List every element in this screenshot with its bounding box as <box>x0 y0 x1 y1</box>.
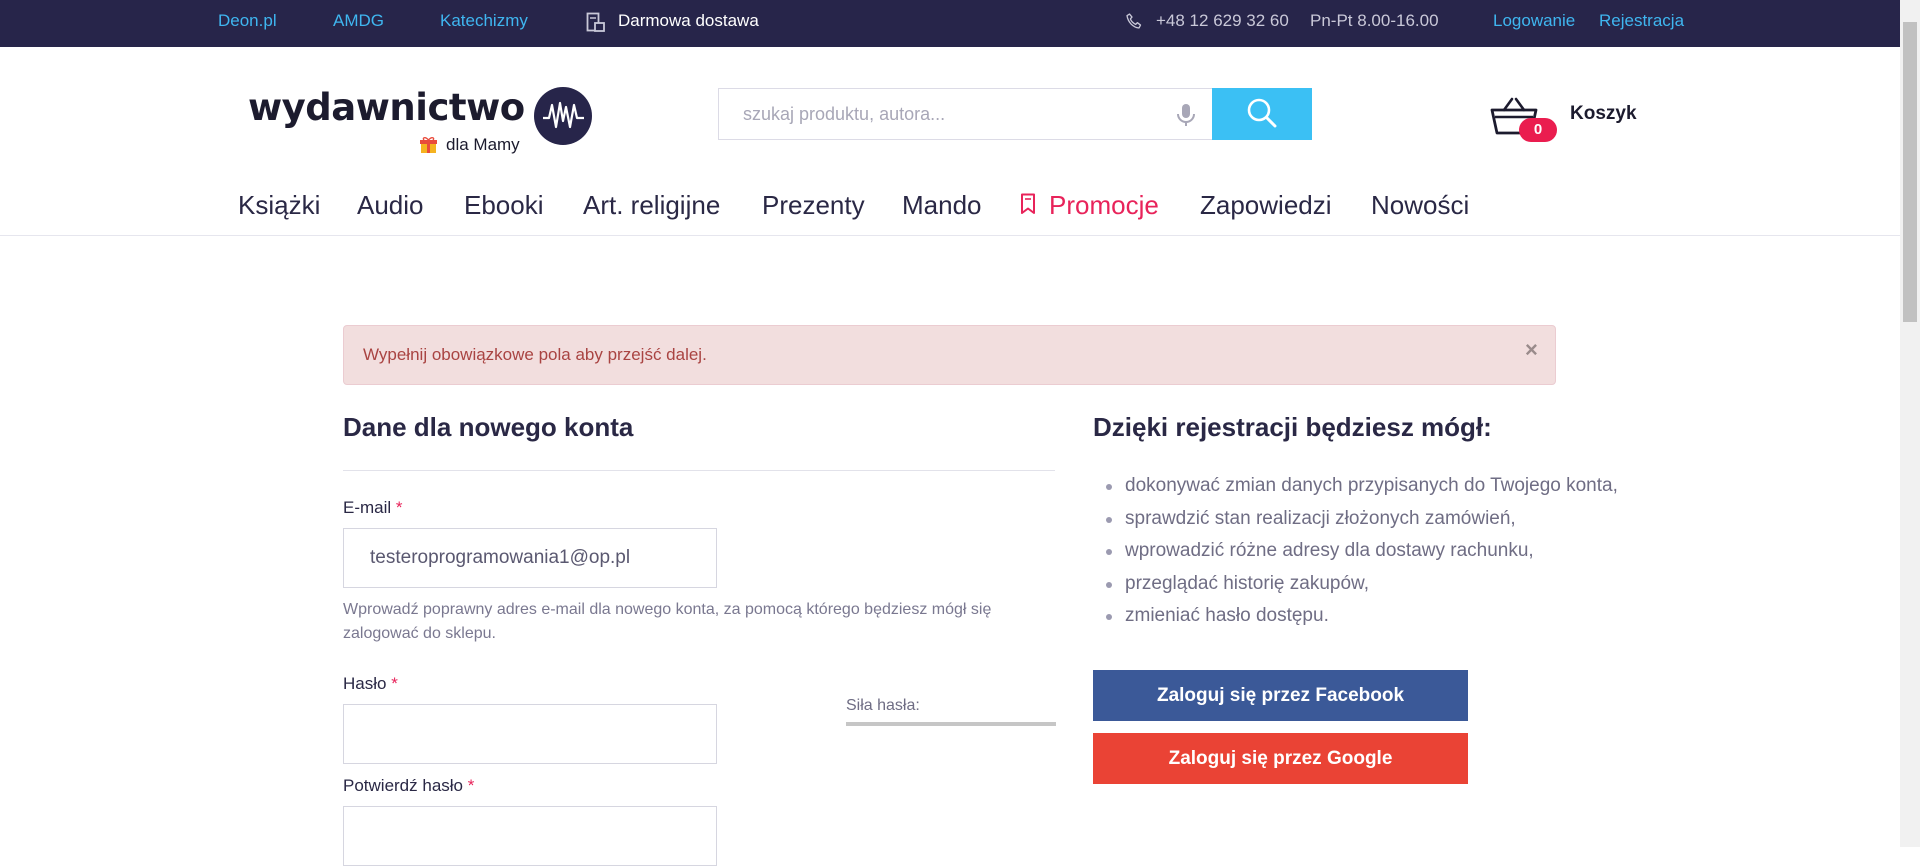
logo-text[interactable]: wydawnictwo <box>248 88 525 128</box>
benefits-list: dokonywać zmian danych przypisanych do T… <box>1093 470 1618 633</box>
google-login-button[interactable]: Zaloguj się przez Google <box>1093 733 1468 784</box>
list-item: wprowadzić różne adresy dla dostawy rach… <box>1106 535 1618 568</box>
password-strength-label: Siła hasła: <box>846 697 920 714</box>
benefits-title: Dzięki rejestracji będziesz mógł: <box>1093 412 1492 442</box>
bookmark-icon <box>1021 193 1035 214</box>
password-strength-bar <box>846 722 1056 726</box>
email-field[interactable] <box>343 528 717 588</box>
error-alert: Wypełnij obowiązkowe pola aby przejść da… <box>343 325 1556 385</box>
nav-audio[interactable]: Audio <box>357 190 424 220</box>
link-deon[interactable]: Deon.pl <box>218 12 277 30</box>
list-item: zmieniać hasło dostępu. <box>1106 600 1618 633</box>
nav-zapowiedzi[interactable]: Zapowiedzi <box>1200 190 1332 220</box>
nav-ebooki[interactable]: Ebooki <box>464 190 544 220</box>
email-label: E-mail * <box>343 498 403 517</box>
cart-count-badge: 0 <box>1519 118 1557 142</box>
alert-message: Wypełnij obowiązkowe pola aby przejść da… <box>363 345 707 364</box>
facebook-login-button[interactable]: Zaloguj się przez Facebook <box>1093 670 1468 721</box>
opening-hours: Pn-Pt 8.00-16.00 <box>1310 11 1439 30</box>
email-hint: Wprowadź poprawny adres e-mail dla noweg… <box>343 601 992 642</box>
list-item: przeglądać historię zakupów, <box>1106 568 1618 601</box>
free-delivery-text: Darmowa dostawa <box>618 11 759 30</box>
password-field[interactable] <box>343 704 717 764</box>
link-katechizmy[interactable]: Katechizmy <box>440 12 528 30</box>
search-icon <box>1247 98 1277 127</box>
microphone-icon[interactable] <box>1174 102 1198 128</box>
list-item: dokonywać zmian danych przypisanych do T… <box>1106 470 1618 503</box>
nav-art-religijne[interactable]: Art. religijne <box>583 190 720 220</box>
nav-nowosci[interactable]: Nowości <box>1371 190 1469 220</box>
confirm-password-field[interactable] <box>343 806 717 866</box>
required-mark: * <box>467 776 475 795</box>
required-mark: * <box>391 674 398 693</box>
nav-mando[interactable]: Mando <box>902 190 982 220</box>
nav-promocje[interactable]: Promocje <box>1049 190 1159 220</box>
phone-number: +48 12 629 32 60 <box>1156 11 1289 30</box>
scrollbar-thumb[interactable] <box>1903 22 1917 322</box>
password-label: Hasło * <box>343 674 398 693</box>
logo-badge-icon[interactable] <box>534 87 592 145</box>
gift-icon <box>420 137 437 153</box>
logo-subtitle: dla Mamy <box>446 135 520 154</box>
confirm-password-label: Potwierdź hasło * <box>343 776 475 795</box>
nav-ksiazki[interactable]: Książki <box>238 190 320 220</box>
list-item: sprawdzić stan realizacji złożonych zamó… <box>1106 503 1618 536</box>
link-amdg[interactable]: AMDG <box>333 12 384 30</box>
register-link[interactable]: Rejestracja <box>1599 12 1684 30</box>
nav-prezenty[interactable]: Prezenty <box>762 190 865 220</box>
login-link[interactable]: Logowanie <box>1493 12 1575 30</box>
header-divider <box>0 235 1900 236</box>
phone-icon <box>1126 13 1142 29</box>
form-title: Dane dla nowego konta <box>343 412 634 442</box>
form-divider <box>343 470 1055 471</box>
search-input[interactable] <box>743 89 1163 139</box>
close-icon[interactable]: × <box>1525 338 1538 362</box>
required-mark: * <box>395 498 403 517</box>
top-bar: Deon.pl AMDG Katechizmy Darmowa dostawa … <box>0 0 1900 47</box>
truck-box-icon <box>586 12 605 32</box>
search-button[interactable] <box>1212 88 1312 140</box>
cart-label[interactable]: Koszyk <box>1570 103 1637 125</box>
